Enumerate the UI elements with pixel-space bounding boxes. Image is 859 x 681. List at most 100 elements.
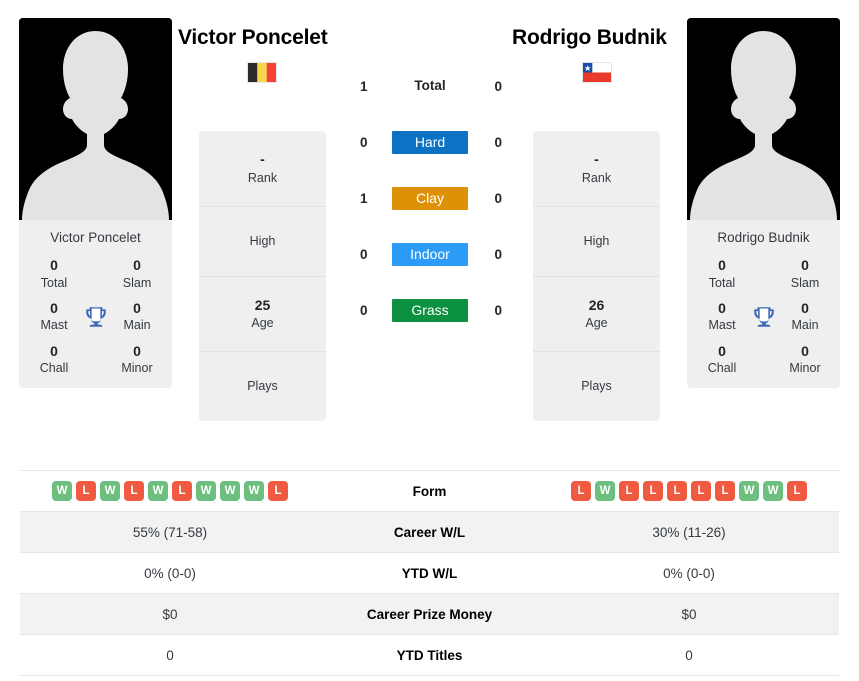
- titles-mast-label-left: Mast: [40, 318, 68, 333]
- cmp-career_prize_money-left: $0: [20, 593, 320, 635]
- titles-chall-label-left: Chall: [39, 361, 69, 375]
- player-photo-right: [687, 18, 840, 220]
- titles-minor-value-left: 0: [133, 342, 141, 359]
- form-badge-win[interactable]: W: [244, 481, 264, 501]
- cmp-label-career_prize_money: Career Prize Money: [320, 593, 539, 635]
- surface-badge-grass[interactable]: Grass: [392, 298, 468, 322]
- table-row: $0 Career Prize Money $0: [20, 593, 839, 635]
- player-photo-left: [19, 18, 172, 220]
- surface-badge-total: Total: [414, 78, 446, 93]
- titles-mast-right: 0 Mast: [697, 300, 747, 334]
- surface-grass-value-left: 0: [360, 302, 368, 318]
- high-label-right: High: [583, 234, 610, 249]
- titles-main-left: 0 Main: [112, 300, 162, 334]
- cmp-form-left: WLWLWLWWWL: [20, 470, 320, 512]
- plays-label-left: Plays: [247, 379, 278, 394]
- titles-total-value-right: 0: [718, 257, 726, 273]
- titles-mast-left: 0 Mast: [29, 300, 79, 334]
- age-label-right: Age: [585, 316, 608, 331]
- form-badge-win[interactable]: W: [52, 481, 72, 501]
- surface-indoor-value-right: 0: [494, 246, 502, 262]
- cmp-label-career_wl: Career W/L: [320, 511, 539, 553]
- surface-badge-indoor[interactable]: Indoor: [392, 242, 468, 266]
- rank-value-left: -: [260, 151, 265, 168]
- comparison-table: W L W L W L W W W L Form L W L L L L L W W L 55% (71-58) Caree…: [20, 470, 839, 676]
- rank-value-right: -: [594, 151, 599, 168]
- form-badge-win[interactable]: W: [148, 481, 168, 501]
- surface-badge-clay[interactable]: Clay: [392, 186, 468, 210]
- cmp-label-ytd_wl: YTD W/L: [320, 552, 539, 594]
- titles-minor-left: 0 Minor: [112, 343, 162, 377]
- player-name-right[interactable]: Rodrigo Budnik: [512, 26, 667, 50]
- titles-slam-right: 0 Slam: [780, 257, 830, 291]
- surface-badge-hard[interactable]: Hard: [392, 130, 468, 154]
- form-badge-loss[interactable]: L: [619, 481, 639, 501]
- cmp-ytd_wl-right: 0% (0-0): [539, 552, 839, 594]
- surface-row-total: 1 Total 0: [340, 58, 520, 114]
- surface-total-value-right: 0: [494, 78, 502, 94]
- titles-chall-value-right: 0: [718, 342, 726, 359]
- form-badge-loss[interactable]: L: [76, 481, 96, 501]
- titles-minor-label-right: Minor: [789, 361, 821, 375]
- titles-main-right: 0 Main: [780, 300, 830, 334]
- age-value-left: 25: [254, 296, 271, 313]
- titles-chall-value-left: 0: [50, 342, 58, 359]
- form-badge-win[interactable]: W: [595, 481, 615, 501]
- form-badge-win[interactable]: W: [739, 481, 759, 501]
- surface-row-grass: 0 Grass 0: [340, 282, 520, 338]
- table-row: 55% (71-58) Career W/L 30% (11-26): [20, 511, 839, 553]
- cmp-form-right: LWLLLLLWWL: [539, 470, 839, 512]
- age-section-right: 26 Age: [533, 277, 660, 352]
- rank-section-left: - Rank: [199, 131, 326, 207]
- titles-main-value-right: 0: [801, 299, 809, 316]
- titles-slam-value-right: 0: [801, 257, 809, 273]
- form-list-right: LWLLLLLWWL: [539, 481, 839, 501]
- titles-main-label-right: Main: [791, 318, 819, 333]
- titles-row-chall-minor-left: 0 Chall 0 Minor: [19, 343, 172, 377]
- player-titles-card-left: Victor Poncelet 0 Total 0 Slam 0 Mast 0 …: [19, 220, 172, 389]
- age-label-left: Age: [251, 316, 274, 331]
- surface-wins-column: 1 Total 0 0 Hard 0 1 Clay 0 0 Indoor 0 0 Grass 0: [340, 58, 520, 338]
- cmp-career_wl-left: 55% (71-58): [20, 511, 320, 553]
- titles-row-total-slam-left: 0 Total 0 Slam: [19, 257, 172, 291]
- trophy-icon: [753, 306, 774, 327]
- avatar-silhouette-icon: [19, 18, 172, 220]
- titles-total-right: 0 Total: [697, 257, 747, 291]
- form-badge-loss[interactable]: L: [715, 481, 735, 501]
- form-badge-win[interactable]: W: [763, 481, 783, 501]
- titles-chall-left: 0 Chall: [29, 343, 79, 377]
- titles-row-mast-main-left: 0 Mast 0 Main: [19, 300, 172, 334]
- titles-chall-right: 0 Chall: [697, 343, 747, 377]
- cmp-career_wl-right: 30% (11-26): [539, 511, 839, 553]
- rank-section-right: - Rank: [533, 131, 660, 207]
- table-row: 0 YTD Titles 0: [20, 634, 839, 676]
- form-badge-loss[interactable]: L: [643, 481, 663, 501]
- titles-mast-value-right: 0: [718, 299, 726, 316]
- high-section-right: High: [533, 207, 660, 277]
- cmp-ytd_wl-left: 0% (0-0): [20, 552, 320, 594]
- form-badge-loss[interactable]: L: [691, 481, 711, 501]
- plays-label-right: Plays: [581, 379, 612, 394]
- titles-minor-label-left: Minor: [121, 361, 153, 375]
- form-badge-loss[interactable]: L: [268, 481, 288, 501]
- form-badge-win[interactable]: W: [220, 481, 240, 501]
- surface-row-indoor: 0 Indoor 0: [340, 226, 520, 282]
- player-name-left[interactable]: Victor Poncelet: [178, 26, 328, 50]
- titles-slam-value-left: 0: [133, 257, 141, 273]
- titles-slam-left: 0 Slam: [112, 257, 162, 291]
- form-badge-loss[interactable]: L: [571, 481, 591, 501]
- form-badge-loss[interactable]: L: [667, 481, 687, 501]
- form-badge-loss[interactable]: L: [172, 481, 192, 501]
- avatar-silhouette-icon: [687, 18, 840, 220]
- titles-slam-label-right: Slam: [790, 275, 820, 290]
- surface-hard-value-left: 0: [360, 134, 368, 150]
- plays-section-left: Plays: [199, 352, 326, 421]
- rank-label-left: Rank: [247, 170, 278, 185]
- form-badge-loss[interactable]: L: [124, 481, 144, 501]
- form-badge-win[interactable]: W: [196, 481, 216, 501]
- titles-total-value-left: 0: [50, 257, 58, 273]
- form-badge-loss[interactable]: L: [787, 481, 807, 501]
- surface-hard-value-right: 0: [494, 134, 502, 150]
- form-badge-win[interactable]: W: [100, 481, 120, 501]
- surface-row-hard: 0 Hard 0: [340, 114, 520, 170]
